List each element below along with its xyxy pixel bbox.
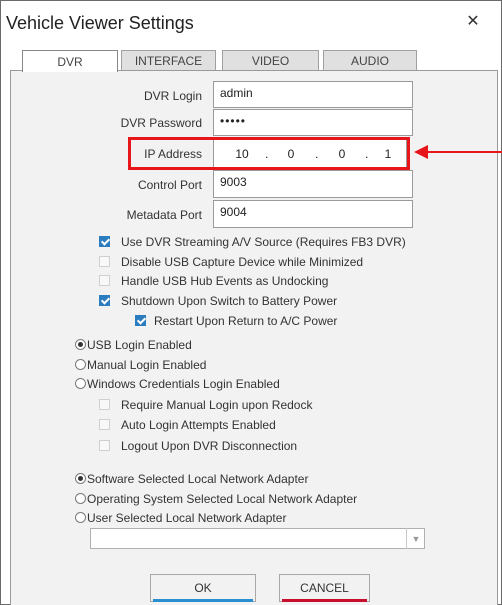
shutdown-battery-label: Shutdown Upon Switch to Battery Power [121,294,338,308]
auto-login-label: Auto Login Attempts Enabled [121,418,276,432]
cancel-button[interactable]: CANCEL [279,574,370,602]
ok-button-accent [153,599,253,602]
usb-hub-undocking-checkbox[interactable] [99,275,110,286]
ok-button[interactable]: OK [150,574,256,602]
dvr-streaming-checkbox[interactable] [99,236,110,247]
require-manual-login-checkbox[interactable] [99,399,110,410]
dvr-login-field[interactable]: admin [213,81,413,108]
shutdown-battery-checkbox[interactable] [99,295,110,306]
tab-interface[interactable]: INTERFACE [121,50,216,71]
software-adapter-label: Software Selected Local Network Adapter [87,472,309,486]
manual-login-label: Manual Login Enabled [87,358,207,372]
dvr-password-field[interactable]: ••••• [213,109,413,136]
software-adapter-radio[interactable] [75,473,86,484]
close-icon[interactable]: ✕ [458,10,488,32]
user-adapter-radio[interactable] [75,512,86,523]
control-port-field[interactable]: 9003 [213,170,413,198]
ip-address-highlight-box [128,137,410,170]
network-adapter-dropdown[interactable] [90,528,425,549]
dvr-streaming-label: Use DVR Streaming A/V Source (Requires F… [121,235,406,249]
os-adapter-label: Operating System Selected Local Network … [87,492,358,506]
usb-login-radio[interactable] [75,339,86,350]
control-port-label: Control Port [137,178,202,192]
annotation-arrow [428,151,502,153]
restart-ac-power-label: Restart Upon Return to A/C Power [154,314,338,328]
require-manual-login-label: Require Manual Login upon Redock [121,398,313,412]
window-title: Vehicle Viewer Settings [6,13,194,33]
windows-credentials-label: Windows Credentials Login Enabled [87,377,280,391]
usb-hub-undocking-label: Handle USB Hub Events as Undocking [121,274,329,288]
auto-login-checkbox[interactable] [99,419,110,430]
metadata-port-label: Metadata Port [126,208,202,222]
cancel-button-accent [282,599,367,602]
windows-credentials-radio[interactable] [75,378,86,389]
metadata-port-field[interactable]: 9004 [213,200,413,228]
tab-video[interactable]: VIDEO [222,50,319,71]
disable-usb-capture-checkbox[interactable] [99,256,110,267]
disable-usb-capture-label: Disable USB Capture Device while Minimiz… [121,255,364,269]
tab-audio[interactable]: AUDIO [323,50,417,71]
logout-disconnect-checkbox[interactable] [99,440,110,451]
os-adapter-radio[interactable] [75,493,86,504]
chevron-down-icon[interactable]: ▼ [406,528,425,549]
tab-dvr[interactable]: DVR [22,50,118,72]
user-adapter-label: User Selected Local Network Adapter [87,511,287,525]
manual-login-radio[interactable] [75,359,86,370]
logout-disconnect-label: Logout Upon DVR Disconnection [121,439,298,453]
arrow-left-icon [414,145,428,159]
dvr-login-label: DVR Login [143,89,202,103]
usb-login-label: USB Login Enabled [87,338,192,352]
dvr-password-label: DVR Password [120,116,202,130]
restart-ac-power-checkbox[interactable] [135,315,146,326]
